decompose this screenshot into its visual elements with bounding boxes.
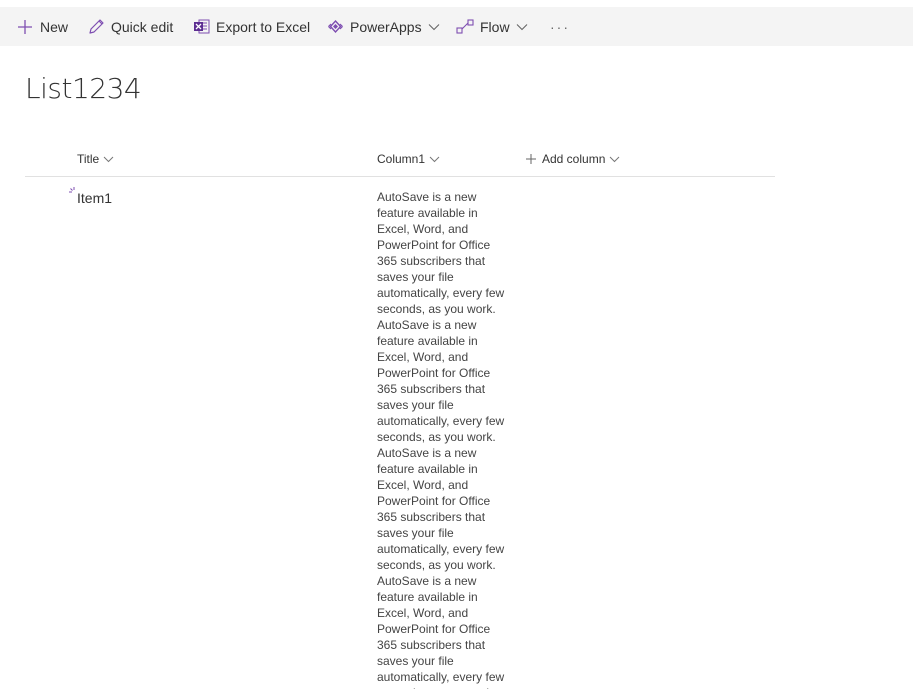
column1-text-line: automatically, every few — [377, 542, 505, 556]
column1-text-line: feature available in — [377, 206, 478, 220]
column1-text-line: 365 subscribers that — [377, 510, 486, 524]
column1-text-line: PowerPoint for Office — [377, 494, 491, 508]
chevron-down-icon — [516, 23, 528, 31]
column1-text-line: Excel, Word, and — [377, 478, 469, 492]
column1-text-line: saves your file — [377, 398, 454, 412]
column1-text-line: feature available in — [377, 462, 478, 476]
column1-text-line: 365 subscribers that — [377, 382, 486, 396]
flow-label: Flow — [480, 18, 510, 35]
column1-text-line: automatically, every few — [377, 414, 505, 428]
column1-text-line: automatically, every few — [377, 286, 505, 300]
more-options-button[interactable]: ··· — [550, 7, 570, 46]
row-column1-cell: AutoSave is a new feature available in Exc… — [377, 189, 517, 689]
chevron-down-icon — [103, 156, 114, 163]
column1-text-line: Excel, Word, and — [377, 350, 469, 364]
column-header-title-label: Title — [77, 152, 100, 166]
quick-edit-label: Quick edit — [111, 18, 174, 35]
column-header-column1[interactable]: Column1 — [377, 148, 440, 170]
column1-text-line: AutoSave is a new — [377, 574, 477, 588]
add-column-label: Add column — [542, 152, 606, 166]
add-column-button[interactable]: Add column — [526, 148, 620, 170]
column1-text-line: saves your file — [377, 270, 454, 284]
powerapps-label: PowerApps — [350, 18, 422, 35]
column1-text-line: AutoSave is a new — [377, 318, 477, 332]
flow-menu[interactable]: Flow — [456, 7, 528, 46]
column1-text-line: automatically, every few — [377, 670, 505, 684]
page: New Quick edit Export to Excel PowerApps… — [0, 0, 913, 689]
column1-text-line: AutoSave is a new — [377, 190, 477, 204]
powerapps-menu[interactable]: PowerApps — [326, 7, 440, 46]
column1-text-line: PowerPoint for Office — [377, 366, 491, 380]
column1-text-line: feature available in — [377, 590, 478, 604]
header-divider — [25, 176, 775, 177]
excel-icon — [192, 18, 210, 36]
plus-icon — [16, 18, 34, 36]
flow-icon — [456, 18, 474, 36]
column-header-column1-label: Column1 — [377, 152, 426, 166]
column1-text-line: Excel, Word, and — [377, 222, 469, 236]
column1-text-line: seconds, as you work. — [377, 685, 517, 689]
column1-text-line: 365 subscribers that — [377, 254, 486, 268]
column1-text-line: seconds, as you work. — [377, 558, 496, 572]
chevron-down-icon — [609, 156, 620, 163]
column-header-title[interactable]: Title — [77, 148, 114, 170]
chevron-down-icon — [429, 156, 440, 163]
page-title: List1234 — [25, 72, 142, 105]
plus-icon — [526, 154, 536, 164]
pencil-icon — [87, 18, 105, 36]
column1-text-line: feature available in — [377, 334, 478, 348]
row-title-item1[interactable]: Item1 — [77, 190, 112, 206]
column1-text-line: 365 subscribers that — [377, 638, 486, 652]
new-button[interactable]: New — [16, 7, 68, 46]
column1-text-line: PowerPoint for Office — [377, 238, 491, 252]
export-label: Export to Excel — [216, 18, 311, 35]
column1-text-line: saves your file — [377, 526, 454, 540]
column1-text-line: PowerPoint for Office — [377, 622, 491, 636]
powerapps-icon — [326, 18, 344, 36]
quick-edit-button[interactable]: Quick edit — [87, 7, 173, 46]
column1-text-line: saves your file — [377, 654, 454, 668]
column1-text-line: AutoSave is a new — [377, 446, 477, 460]
column1-text-line: seconds, as you work. — [377, 302, 496, 316]
export-to-excel-button[interactable]: Export to Excel — [192, 7, 310, 46]
column1-text-line: Excel, Word, and — [377, 606, 469, 620]
column1-text-line: seconds, as you work. — [377, 430, 496, 444]
chevron-down-icon — [428, 23, 440, 31]
ellipsis-icon: ··· — [550, 18, 570, 35]
new-label: New — [40, 18, 69, 35]
command-bar: New Quick edit Export to Excel PowerApps… — [0, 7, 913, 46]
